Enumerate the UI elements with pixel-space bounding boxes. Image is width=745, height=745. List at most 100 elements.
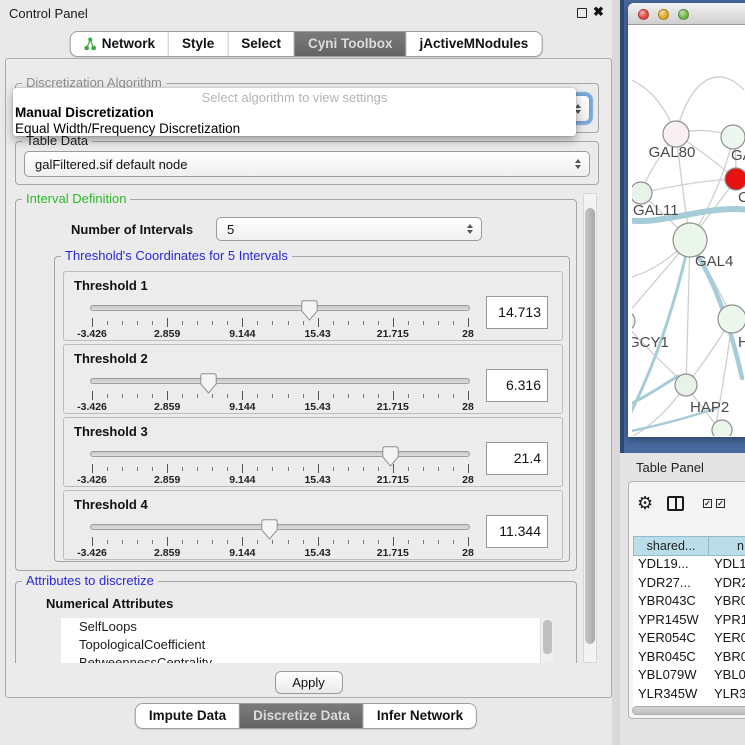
node-h-partial[interactable]: [718, 305, 745, 333]
network-view-window[interactable]: GAL80 GAL C GAL11 GAL4 GCY1 H HAP2: [628, 3, 745, 437]
table-header-row: shared... n: [633, 536, 745, 556]
list-item[interactable]: SelfLoops: [61, 618, 553, 636]
threshold-3-slider[interactable]: -3.426 2.859 9.144 15.43 21.715 28: [90, 446, 470, 486]
number-of-intervals-combobox[interactable]: 5: [216, 217, 482, 241]
threshold-2-panel: Threshold 2 -3.426 2.859 9.: [63, 344, 563, 414]
dropdown-option-manual-discretization[interactable]: Manual Discretization: [13, 105, 576, 121]
column-header-name[interactable]: n: [709, 536, 745, 556]
minimize-traffic-light-icon[interactable]: [658, 9, 669, 20]
combo-arrows-icon: [575, 159, 581, 169]
dropdown-prompt-item[interactable]: Select algorithm to view settings: [13, 90, 576, 105]
tab-cyni-toolbox[interactable]: Cyni Toolbox: [294, 32, 406, 56]
group-title: Threshold's Coordinates for 5 Intervals: [61, 248, 292, 263]
table-row[interactable]: YPR145WYPR1: [633, 612, 745, 631]
slider-ticks: [92, 318, 468, 327]
gear-icon[interactable]: ⚙: [637, 493, 653, 514]
tab-impute-data[interactable]: Impute Data: [136, 704, 239, 728]
slider-ticks: [92, 464, 468, 473]
dropdown-option-equal-width-frequency[interactable]: Equal Width/Frequency Discretization: [13, 121, 576, 137]
table-rows: YDL19...YDL1 YDR27...YDR2 YBR043CYBR0 YP…: [633, 556, 745, 712]
list-scrollbar[interactable]: [540, 618, 553, 663]
threshold-4-panel: Threshold 4 -3.426 2.859 9.: [63, 490, 563, 560]
slider-track[interactable]: [90, 378, 470, 384]
threshold-4-value-field[interactable]: 11.344: [486, 515, 548, 548]
zoom-traffic-light-icon[interactable]: [678, 9, 689, 20]
top-tab-bar: Network Style Select Cyni Toolbox jActiv…: [70, 31, 543, 57]
node-label-gcy1: GCY1: [632, 334, 669, 351]
slider-tick-labels: -3.426 2.859 9.144 15.43 21.715 28: [92, 401, 468, 413]
node-label-gal11: GAL11: [633, 202, 679, 219]
network-canvas[interactable]: GAL80 GAL C GAL11 GAL4 GCY1 H HAP2: [632, 28, 745, 436]
node-label-c-partial: C: [738, 189, 745, 206]
close-icon[interactable]: ✖: [593, 4, 604, 20]
table-panel: ⚙ ✓ ✓ shared... n YDL19...YDL1 YDR27...Y…: [628, 481, 745, 719]
screen: Control Panel ✖ Network Style Select Cyn…: [0, 0, 745, 745]
slider-tick-labels: -3.426 2.859 9.144 15.43 21.715 28: [92, 328, 468, 340]
node-label-hap2: HAP2: [690, 399, 729, 416]
table-row[interactable]: YER054CYER0: [633, 630, 745, 649]
node-label-h-partial: H: [738, 334, 745, 351]
settings-scrollbar[interactable]: [583, 193, 597, 663]
node-label-gal80: GAL80: [649, 144, 696, 161]
tab-infer-network[interactable]: Infer Network: [363, 704, 476, 728]
node-bottom-partial[interactable]: [712, 420, 732, 436]
slider-track[interactable]: [90, 305, 470, 311]
attributes-group: Attributes to discretize Numerical Attri…: [15, 581, 577, 663]
tab-discretize-data[interactable]: Discretize Data: [239, 704, 363, 728]
table-horizontal-scrollbar[interactable]: [632, 706, 745, 716]
slider-ticks: [92, 391, 468, 400]
list-item[interactable]: TopologicalCoefficient: [61, 636, 553, 654]
threshold-2-value-field[interactable]: 6.316: [486, 369, 548, 402]
network-desktop: GAL80 GAL C GAL11 GAL4 GCY1 H HAP2: [620, 0, 745, 453]
combo-arrows-icon: [467, 224, 473, 234]
float-window-icon[interactable]: [577, 8, 587, 18]
scrollbar-thumb[interactable]: [585, 208, 595, 644]
network-window-titlebar[interactable]: [628, 3, 745, 25]
tab-jactivemnodules[interactable]: jActiveMNodules: [406, 32, 542, 56]
group-title: Interval Definition: [22, 193, 130, 206]
algorithm-dropdown-popup: Select algorithm to view settings Manual…: [13, 88, 576, 136]
table-row[interactable]: YDL19...YDL1: [633, 556, 745, 575]
node-table: shared... n YDL19...YDL1 YDR27...YDR2 YB…: [633, 536, 745, 712]
node-gal-partial[interactable]: [721, 125, 745, 149]
node-gcy1[interactable]: [632, 311, 635, 331]
threshold-1-value-field[interactable]: 14.713: [486, 296, 548, 329]
node-selected-red[interactable]: [725, 168, 745, 190]
threshold-4-slider[interactable]: -3.426 2.859 9.144 15.43 21.715 28: [90, 519, 470, 559]
table-row[interactable]: YBR045CYBR0: [633, 649, 745, 668]
apply-button[interactable]: Apply: [275, 671, 343, 694]
tab-network[interactable]: Network: [71, 32, 168, 56]
threshold-1-panel: Threshold 1 -3.426 2.859 9.: [63, 271, 563, 341]
slider-tick-labels: -3.426 2.859 9.144 15.43 21.715 28: [92, 547, 468, 559]
network-graph: GAL80 GAL C GAL11 GAL4 GCY1 H HAP2: [632, 28, 745, 436]
checkbox-icon[interactable]: ✓: [703, 499, 712, 508]
table-row[interactable]: YDR27...YDR2: [633, 575, 745, 594]
node-gal11[interactable]: [632, 182, 652, 204]
slider-ticks: [92, 537, 468, 546]
scrollbar-thumb[interactable]: [632, 706, 745, 715]
checkbox-icon[interactable]: ✓: [716, 499, 725, 508]
threshold-3-value-field[interactable]: 21.4: [486, 442, 548, 475]
threshold-2-slider[interactable]: -3.426 2.859 9.144 15.43 21.715 28: [90, 373, 470, 413]
slider-track[interactable]: [90, 451, 470, 457]
tab-style[interactable]: Style: [168, 32, 227, 56]
close-traffic-light-icon[interactable]: [638, 9, 649, 20]
split-view-icon[interactable]: [667, 496, 684, 511]
threshold-1-slider[interactable]: -3.426 2.859 9.144 15.43 21.715 28: [90, 300, 470, 340]
node-label-gal-partial: GAL: [731, 147, 745, 164]
column-header-shared-name[interactable]: shared...: [633, 536, 709, 556]
table-row[interactable]: YLR345WYLR3: [633, 686, 745, 705]
numerical-attributes-label: Numerical Attributes: [46, 596, 173, 611]
table-row[interactable]: YBL079WYBL0: [633, 667, 745, 686]
cyni-toolbox-panel: Discretization Algorithm Table Data galF…: [5, 58, 612, 698]
numerical-attributes-list[interactable]: SelfLoops TopologicalCoefficient Between…: [61, 618, 553, 663]
table-data-group: Table Data galFiltered.sif default node: [15, 141, 599, 185]
node-hap2[interactable]: [675, 374, 697, 396]
tab-select[interactable]: Select: [227, 32, 294, 56]
list-item[interactable]: BetweennessCentrality: [61, 654, 553, 663]
node-gal4[interactable]: [673, 223, 707, 257]
table-data-combobox[interactable]: galFiltered.sif default node: [24, 151, 590, 177]
table-row[interactable]: YBR043CYBR0: [633, 593, 745, 612]
slider-track[interactable]: [90, 524, 470, 530]
threshold-3-panel: Threshold 3 -3.426 2.859 9.: [63, 417, 563, 487]
